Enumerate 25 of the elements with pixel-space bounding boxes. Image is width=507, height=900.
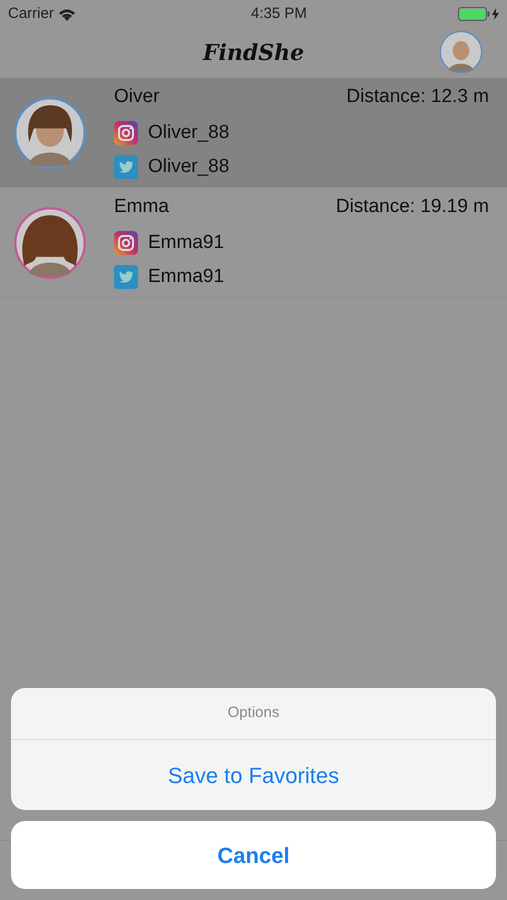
twitter-handle: Oliver_88	[148, 154, 230, 179]
profile-button[interactable]	[439, 30, 483, 74]
distance-label: Distance: 12.3 m	[346, 84, 489, 109]
camera-icon	[114, 121, 138, 145]
distance-label: Distance: 19.19 m	[336, 194, 489, 219]
bird-icon	[114, 265, 138, 289]
twitter-handle: Emma91	[148, 264, 224, 289]
profile-avatar-icon	[439, 30, 483, 74]
contact-name: Emma	[114, 194, 169, 219]
sheet-title: Options	[228, 703, 280, 724]
clock-label: 4:35 PM	[250, 4, 307, 24]
cancel-button[interactable]: Cancel	[11, 821, 496, 889]
sheet-action-button[interactable]: Save to Favorites	[11, 740, 496, 810]
avatar-icon	[13, 96, 87, 170]
instagram-handle: Oliver_88	[148, 120, 230, 145]
app-title: FindShe	[202, 38, 304, 68]
contact-name: Oiver	[114, 84, 160, 109]
battery-icon	[458, 7, 490, 21]
wifi-icon	[58, 8, 76, 20]
instagram-handle: Emma91	[148, 230, 224, 255]
avatar-icon	[13, 206, 87, 280]
carrier-label: Carrier	[8, 4, 54, 24]
bird-icon	[114, 155, 138, 179]
camera-icon	[114, 231, 138, 255]
contact-row[interactable]: Oiver Distance: 12.3 m Oliver_88 Oliver_88	[0, 78, 507, 188]
